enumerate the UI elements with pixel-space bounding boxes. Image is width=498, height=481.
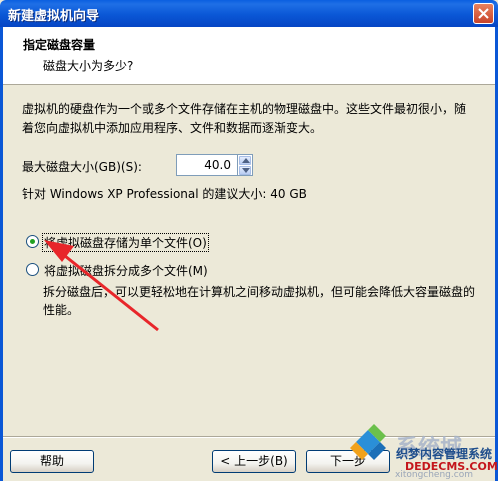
disk-size-label: 最大磁盘大小(GB)(S): [22, 160, 142, 174]
disk-size-spinner[interactable] [238, 154, 253, 176]
help-button[interactable]: 帮助 [10, 450, 94, 473]
single-file-label[interactable]: 将虚拟磁盘存储为单个文件(O) [42, 233, 209, 252]
window-title: 新建虚拟机向导 [8, 9, 100, 24]
radio-button-selected[interactable] [26, 235, 39, 248]
spin-down-button[interactable] [239, 166, 251, 175]
radio-button[interactable] [26, 263, 39, 276]
watermark-url: xitongcheng.com [395, 470, 473, 480]
chevron-up-icon [242, 158, 250, 163]
page-subtitle: 磁盘大小为多少? [43, 59, 134, 73]
chevron-down-icon [242, 168, 250, 173]
next-button[interactable]: 下一步 [306, 450, 390, 473]
spin-up-button[interactable] [239, 156, 251, 165]
split-note-text: 拆分磁盘后，可以更轻松地在计算机之间移动虚拟机，但可能会降低大容量磁盘的性能。 [43, 285, 476, 317]
close-button[interactable] [473, 3, 494, 24]
close-icon [478, 8, 489, 19]
description-text: 虚拟机的硬盘作为一个或多个文件存储在主机的物理磁盘中。这些文件最初很小，随着您向… [22, 102, 467, 135]
split-file-label[interactable]: 将虚拟磁盘拆分成多个文件(M) [43, 262, 209, 279]
page-title: 指定磁盘容量 [23, 38, 96, 52]
disk-size-input[interactable]: 40.0 [176, 154, 238, 176]
title-bar[interactable]: 新建虚拟机向导 [0, 0, 498, 27]
recommended-size-text: 针对 Windows XP Professional 的建议大小: 40 GB [22, 187, 307, 201]
window-frame-left [0, 27, 3, 481]
wizard-header: 指定磁盘容量 磁盘大小为多少? [3, 27, 495, 85]
back-button[interactable]: < 上一步(B) [212, 450, 296, 473]
radio-dot [30, 239, 35, 244]
